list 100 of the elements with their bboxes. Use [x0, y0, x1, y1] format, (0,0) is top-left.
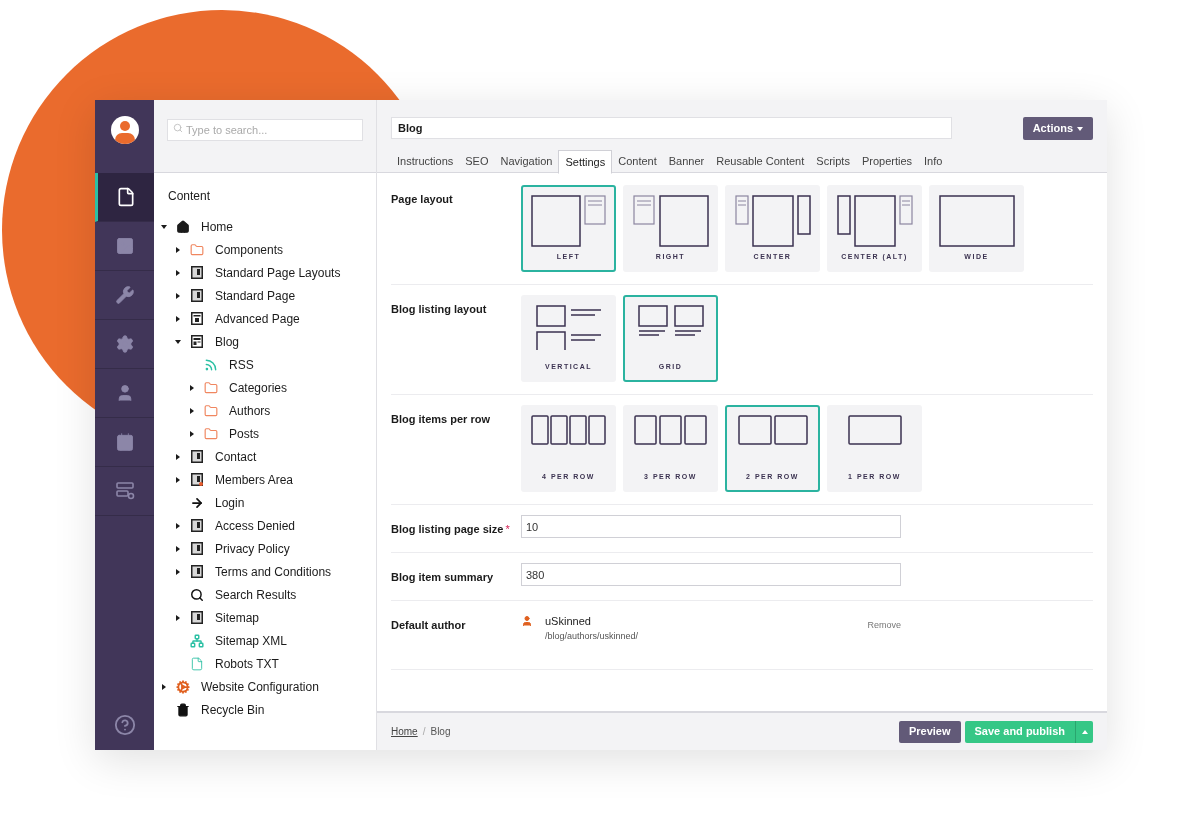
wrench-icon — [114, 285, 135, 305]
tree-item[interactable]: Sitemap — [215, 608, 260, 627]
layout-diagram-icon — [530, 195, 607, 248]
tree-item[interactable]: Standard Page — [215, 286, 296, 305]
rss-icon — [204, 357, 218, 372]
text-field[interactable]: 10 — [521, 515, 901, 538]
sitemap-icon — [190, 633, 204, 648]
layout-diagram-icon — [847, 415, 902, 445]
actions-button[interactable]: Actions — [1022, 117, 1093, 140]
remove-link[interactable]: Remove — [867, 619, 901, 633]
tab[interactable]: Navigation — [494, 150, 559, 173]
avatar-icon[interactable] — [110, 115, 139, 144]
page-icon — [191, 611, 203, 624]
tree-item[interactable]: Categories — [229, 378, 288, 397]
gear-icon — [176, 679, 190, 694]
tree-item[interactable]: RSS — [229, 355, 254, 374]
property-label: Blog items per row — [391, 413, 491, 425]
caret-icon[interactable] — [175, 269, 181, 276]
caret-icon[interactable] — [175, 614, 181, 621]
tab[interactable]: Settings — [558, 150, 613, 174]
layout-diagram-icon — [737, 415, 808, 445]
tree-item[interactable]: Robots TXT — [215, 654, 279, 673]
tree-item[interactable]: Website Configuration — [201, 677, 319, 696]
layout-icon — [191, 312, 203, 325]
caret-icon[interactable] — [175, 453, 181, 460]
newspaper-icon — [191, 335, 203, 348]
tree-item[interactable]: Recycle Bin — [201, 700, 265, 719]
caret-icon[interactable] — [189, 430, 195, 437]
tree-item[interactable]: Components — [215, 240, 284, 259]
tree-item[interactable]: Blog — [215, 332, 240, 351]
caret-icon[interactable] — [175, 338, 181, 345]
caret-icon — [1081, 729, 1088, 734]
trash-icon — [176, 702, 190, 717]
caret-icon[interactable] — [175, 545, 181, 552]
folder-icon — [204, 403, 218, 418]
tree-item[interactable]: Terms and Conditions — [215, 562, 332, 581]
tree-item[interactable]: Access Denied — [215, 516, 296, 535]
layout-diagram-icon — [535, 305, 602, 351]
property-label: Blog listing layout — [391, 303, 487, 315]
folder-icon — [190, 242, 204, 257]
caret-icon[interactable] — [175, 476, 181, 483]
tree-item[interactable]: Advanced Page — [215, 309, 300, 328]
breadcrumb-item[interactable]: Home — [391, 724, 418, 739]
help-icon[interactable] — [113, 714, 136, 736]
tree-title: Content — [167, 188, 212, 205]
preview-button[interactable]: Preview — [898, 720, 961, 743]
tab[interactable]: SEO — [459, 150, 495, 173]
tab[interactable]: Properties — [855, 150, 919, 173]
caret-icon[interactable] — [161, 223, 167, 230]
search-field[interactable]: Type to search... — [167, 119, 363, 141]
caret-icon[interactable] — [175, 568, 181, 575]
property-label: Default author — [391, 619, 466, 631]
tree-item[interactable]: Posts — [229, 424, 259, 443]
page-icon — [191, 450, 203, 463]
caret-icon[interactable] — [175, 315, 181, 322]
tree-item[interactable]: Members Area — [215, 470, 294, 489]
page-icon — [191, 473, 203, 486]
page-icon — [191, 542, 203, 555]
person-icon — [521, 615, 533, 627]
breadcrumb-separator: / — [422, 725, 426, 739]
layout-diagram-icon — [634, 415, 707, 445]
name-field[interactable]: Blog — [391, 117, 952, 139]
caret-icon — [1077, 126, 1083, 131]
tab[interactable]: Banner — [662, 150, 711, 173]
file-icon — [190, 656, 204, 671]
folder-icon — [204, 426, 218, 441]
caret-icon[interactable] — [189, 407, 195, 414]
tab[interactable]: Scripts — [810, 150, 856, 173]
tree-item[interactable]: Authors — [229, 401, 271, 420]
tree-item[interactable]: Home — [201, 217, 233, 236]
tree-item[interactable]: Standard Page Layouts — [215, 263, 341, 282]
caret-icon[interactable] — [161, 683, 167, 690]
form-icon — [114, 481, 135, 501]
section-button[interactable] — [95, 173, 154, 222]
layout-diagram-icon — [836, 195, 913, 248]
tree-item[interactable]: Contact — [215, 447, 257, 466]
layout-diagram-icon — [938, 195, 1015, 248]
tab[interactable]: Info — [918, 150, 949, 173]
caret-icon[interactable] — [189, 384, 195, 391]
caret-icon[interactable] — [175, 292, 181, 299]
page-icon — [191, 266, 203, 279]
page-icon — [191, 519, 203, 532]
tab[interactable]: Instructions — [391, 150, 460, 173]
tree-item[interactable]: Search Results — [215, 585, 297, 604]
caret-icon[interactable] — [175, 246, 181, 253]
tree-item[interactable]: Sitemap XML — [215, 631, 288, 650]
publish-options-button[interactable] — [1075, 720, 1093, 743]
arrow-icon — [190, 495, 204, 510]
tab[interactable]: Content — [612, 150, 663, 173]
layout-diagram-icon — [734, 195, 811, 248]
folder-icon — [204, 380, 218, 395]
caret-icon[interactable] — [175, 522, 181, 529]
text-field[interactable]: 380 — [521, 563, 901, 586]
layout-diagram-icon — [632, 195, 709, 248]
tab[interactable]: Reusable Content — [710, 150, 811, 173]
layout-diagram-icon — [531, 415, 606, 445]
tree-item[interactable]: Privacy Policy — [215, 539, 290, 558]
page-icon — [191, 289, 203, 302]
tree-item[interactable]: Login — [215, 493, 245, 512]
author-name: uSkinned — [545, 614, 592, 629]
